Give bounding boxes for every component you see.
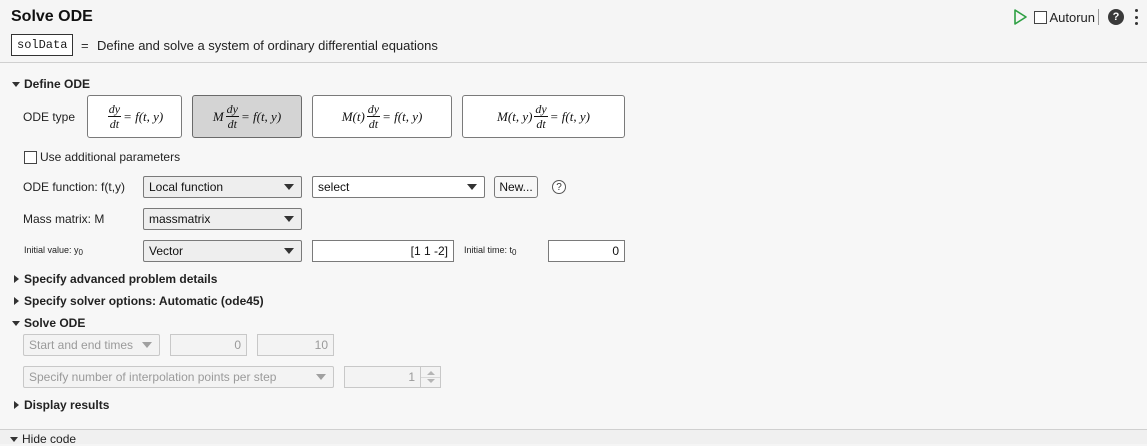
ode-type-label: ODE type (23, 110, 76, 124)
spinner-up-icon[interactable] (427, 371, 435, 375)
section-solver-options-label: Specify solver options: Automatic (ode45… (24, 294, 264, 308)
section-solve-ode[interactable]: Solve ODE (12, 316, 85, 330)
initial-time-label: Initial time: t0 (464, 245, 517, 257)
interpolation-points-input[interactable]: 1 (344, 366, 421, 388)
run-icon[interactable] (1011, 8, 1029, 26)
new-function-button[interactable]: New... (494, 176, 538, 198)
ode-type-button-explicit[interactable]: dy dt = f(t, y) (87, 95, 182, 138)
section-advanced-details[interactable]: Specify advanced problem details (12, 272, 217, 286)
output-variable-field[interactable]: solData (11, 34, 74, 56)
spinner-down-icon[interactable] (427, 379, 435, 383)
derivative-fraction: dy dt (366, 102, 381, 131)
chevron-down-icon (284, 248, 294, 254)
ode-type-button-mass-state[interactable]: M(t, y) dy dt = f(t, y) (462, 95, 625, 138)
section-define-ode-label: Define ODE (24, 77, 91, 91)
mass-matrix-value: massmatrix (149, 212, 211, 226)
chevron-down-icon (142, 342, 152, 348)
task-content: Define ODE ODE type dy dt = f(t, y) M dy… (0, 63, 1147, 429)
ode-type-button-mass-constant[interactable]: M dy dt = f(t, y) (192, 95, 302, 138)
initial-value-label: Initial value: y0 (24, 245, 83, 257)
derivative-fraction: dy dt (107, 102, 122, 131)
toolbar-separator (1098, 9, 1099, 25)
task-toolbar: Autorun ? (1011, 7, 1139, 27)
chevron-down-icon (467, 184, 477, 190)
section-advanced-details-label: Specify advanced problem details (24, 272, 218, 286)
chevron-down-icon (316, 374, 326, 380)
autorun-label: Autorun (1049, 9, 1095, 25)
task-header: Solve ODE solData = Define and solve a s… (0, 0, 1147, 62)
chevron-down-icon (284, 216, 294, 222)
interpolation-mode-dropdown[interactable]: Specify number of interpolation points p… (23, 366, 334, 388)
task-footer: Hide code (0, 429, 1147, 446)
autorun-checkbox[interactable] (1034, 10, 1048, 24)
time-mode-value: Start and end times (29, 338, 134, 352)
section-display-results-label: Display results (24, 398, 110, 412)
ode-function-source-value: Local function (149, 180, 224, 194)
more-options-icon[interactable] (1133, 9, 1139, 25)
ode-function-source-dropdown[interactable]: Local function (143, 176, 302, 198)
task-description: Define and solve a system of ordinary di… (97, 38, 438, 53)
section-define-ode[interactable]: Define ODE (12, 77, 90, 91)
section-solver-options[interactable]: Specify solver options: Automatic (ode45… (12, 294, 264, 308)
chevron-down-icon (284, 184, 294, 190)
expand-down-icon (12, 320, 20, 326)
section-solve-ode-label: Solve ODE (24, 316, 86, 330)
expand-right-icon (14, 297, 19, 305)
mass-matrix-label: Mass matrix: M (23, 212, 105, 226)
expand-down-icon (10, 436, 18, 442)
help-icon[interactable]: ? (1108, 9, 1124, 25)
mass-matrix-dropdown[interactable]: massmatrix (143, 208, 302, 230)
derivative-fraction: dy dt (534, 102, 548, 131)
expand-right-icon (14, 275, 19, 283)
interpolation-points-spinner[interactable] (421, 366, 441, 388)
section-display-results[interactable]: Display results (12, 398, 109, 412)
ode-function-select-dropdown[interactable]: select (312, 176, 485, 198)
interpolation-mode-value: Specify number of interpolation points p… (29, 370, 277, 384)
initial-value-type-dropdown[interactable]: Vector (143, 240, 302, 262)
use-additional-parameters-label: Use additional parameters (40, 150, 181, 164)
use-additional-parameters-checkbox[interactable] (24, 151, 37, 164)
equals-sign: = (81, 38, 89, 53)
ode-function-select-value: select (318, 180, 350, 194)
ode-type-button-mass-time[interactable]: M(t) dy dt = f(t, y) (312, 95, 452, 138)
help-question-icon[interactable]: ? (552, 180, 566, 194)
initial-time-input[interactable]: 0 (548, 240, 625, 262)
task-title: Solve ODE (11, 8, 93, 25)
expand-down-icon (12, 81, 20, 87)
time-mode-dropdown[interactable]: Start and end times (23, 334, 160, 356)
end-time-input[interactable]: 10 (257, 334, 334, 356)
expand-right-icon (14, 401, 19, 409)
initial-value-type-value: Vector (149, 244, 184, 258)
initial-value-input[interactable]: [1 1 -2] (312, 240, 454, 262)
derivative-fraction: dy dt (225, 102, 239, 131)
start-time-input[interactable]: 0 (170, 334, 247, 356)
ode-function-label: ODE function: f(t,y) (23, 180, 126, 194)
